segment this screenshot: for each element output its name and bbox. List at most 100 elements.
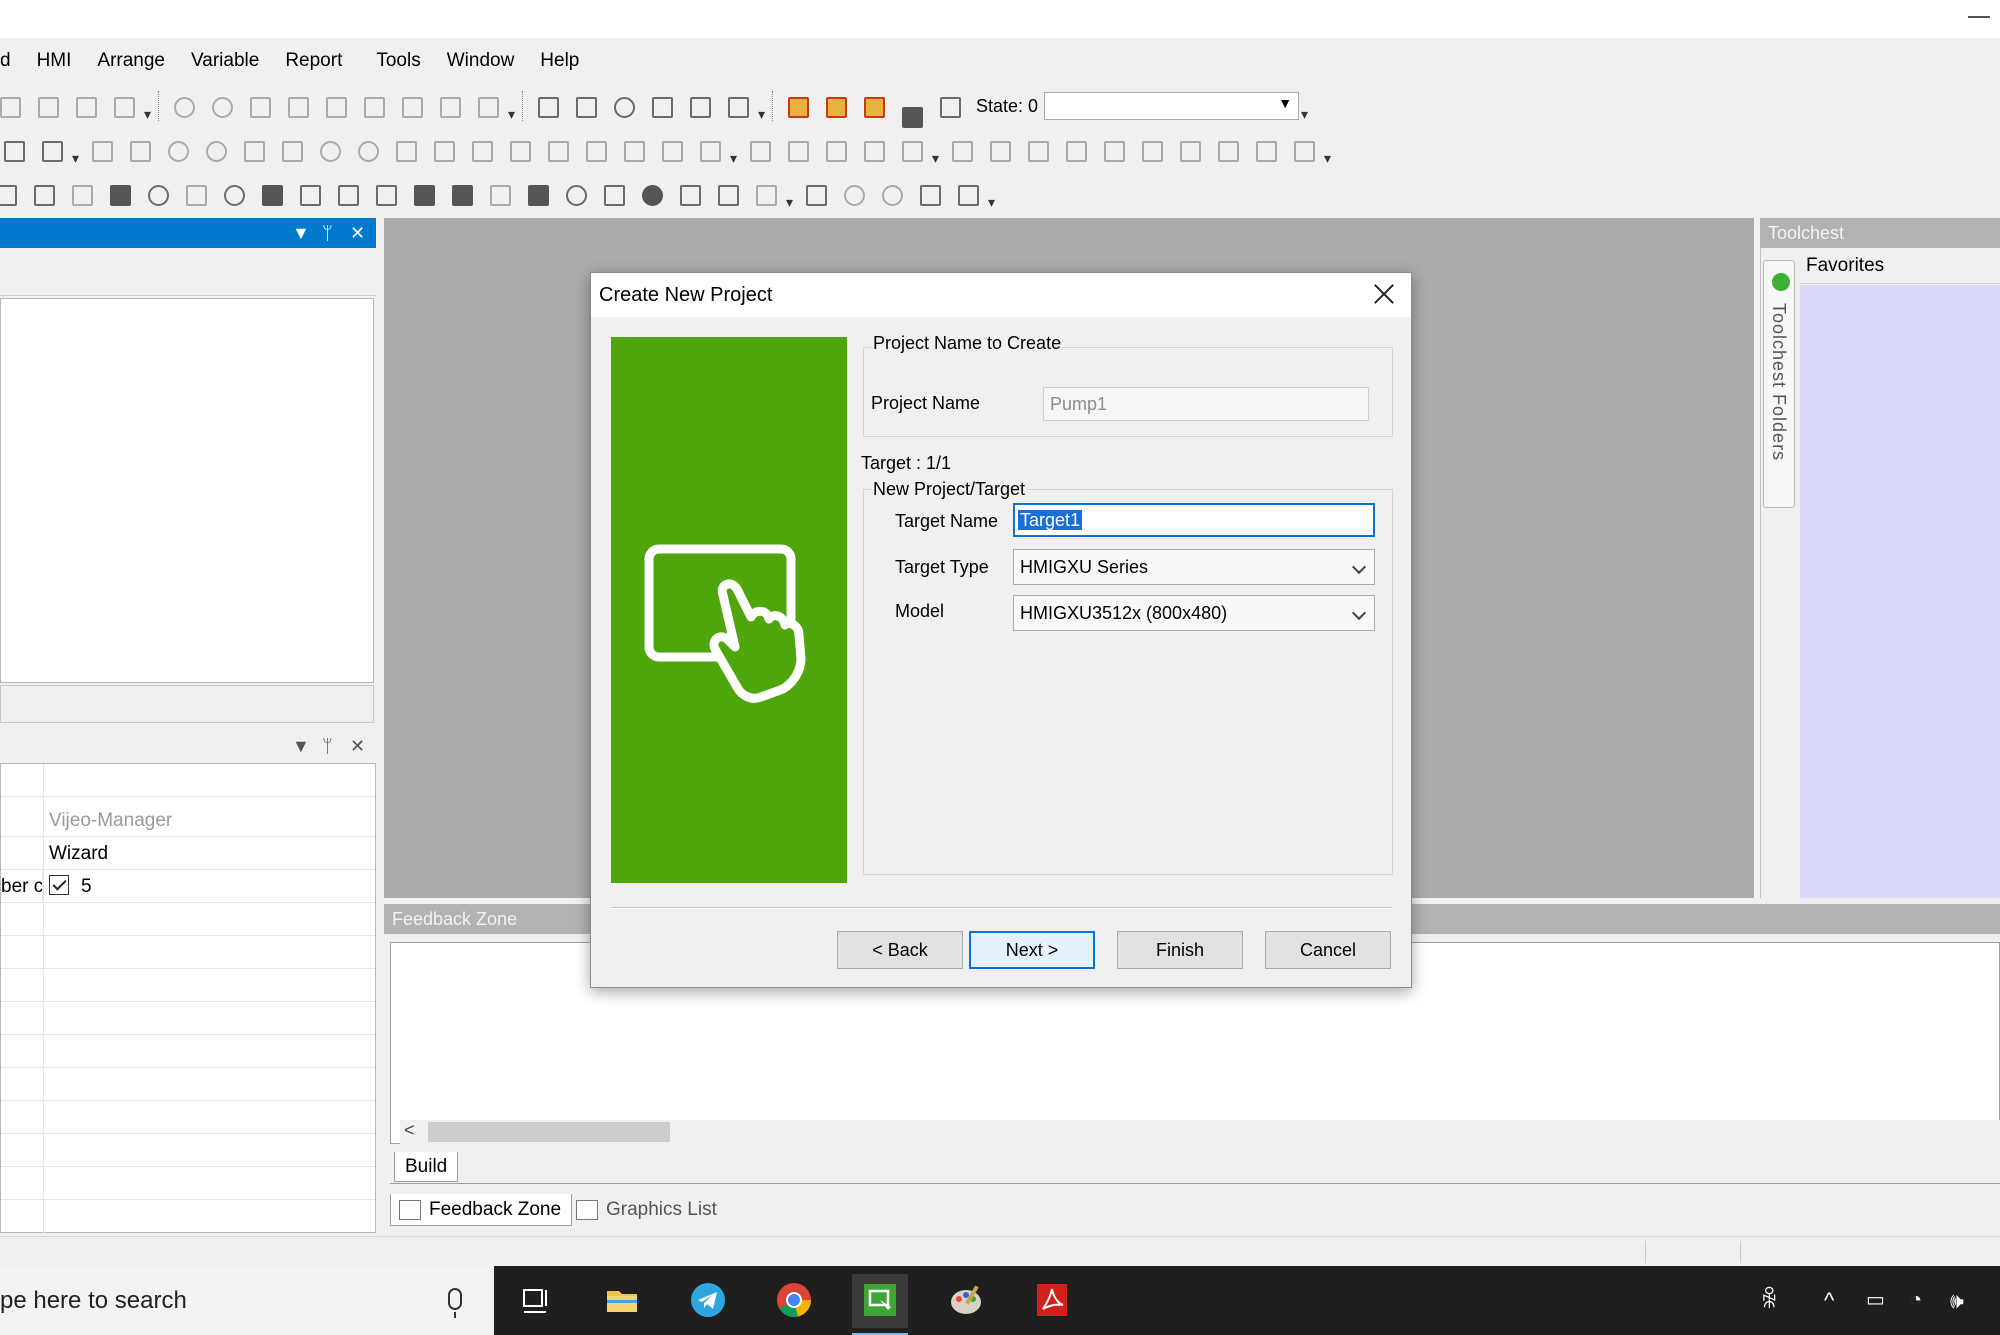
new-screen-icon[interactable] [0,93,23,119]
forward-icon[interactable] [821,137,849,163]
redo-icon[interactable] [207,93,235,119]
distribute-vertical-icon[interactable] [695,137,723,163]
properties-icon[interactable] [947,137,975,163]
toolbar-overflow-icon[interactable] [758,91,768,123]
zoom-out-icon[interactable] [897,103,925,128]
toolbar-overflow-icon[interactable] [72,135,82,167]
toolbar-overflow-icon[interactable] [144,91,154,123]
menu-item-window[interactable]: Window [434,38,528,84]
search-input[interactable]: pe here to search [0,1266,187,1335]
toolbar-overflow-icon[interactable] [786,179,796,211]
list-icon[interactable] [295,181,323,207]
arc-icon[interactable] [181,181,209,207]
layers-icon[interactable] [125,137,153,163]
pipe-icon[interactable] [675,181,703,207]
line-icon[interactable] [29,181,57,207]
scrollbar-thumb[interactable] [428,1122,670,1142]
home-icon[interactable] [685,93,713,119]
telegram-button[interactable] [680,1274,736,1328]
trend-graph-icon[interactable] [751,181,779,207]
stop-icon[interactable] [609,93,637,119]
task-view-button[interactable] [508,1274,564,1328]
close-icon[interactable]: ✕ [350,218,365,248]
property-value[interactable]: 5 [49,870,92,903]
meter-icon[interactable] [561,181,589,207]
minimize-icon[interactable] [1968,16,1990,18]
volume-icon[interactable]: 🕪 [1950,1266,1964,1335]
text-icon[interactable] [333,181,361,207]
lock-icon[interactable] [859,93,887,119]
toolbar-overflow-icon[interactable] [508,91,518,123]
tank-icon[interactable] [637,181,665,207]
favorites-area[interactable] [1800,285,2000,898]
align-top-icon[interactable] [543,137,571,163]
next-button[interactable]: Next > [969,931,1095,969]
refresh-icon[interactable] [647,93,675,119]
tab-build[interactable]: Build [394,1152,459,1182]
target-name-input[interactable]: Target1 [1013,503,1375,537]
lamp-icon[interactable] [447,181,475,207]
numeric-display-icon[interactable] [485,181,513,207]
order-icon[interactable] [897,137,925,163]
fit-screen-icon[interactable] [915,181,943,207]
target-type-select[interactable]: HMIGXU Series [1013,549,1375,585]
toolbar-overflow-icon[interactable] [1324,135,1334,167]
toolbar-overflow-icon[interactable] [730,135,740,167]
project-tree[interactable] [0,298,374,683]
page-icon[interactable] [723,93,751,119]
menu-item-tools[interactable]: Tools [363,38,433,84]
toolbar-overflow-icon[interactable] [932,135,942,167]
zoom-in-icon[interactable] [935,93,963,119]
resize-icon[interactable] [391,137,419,163]
pie-icon[interactable] [219,181,247,207]
tab-feedback-zone[interactable]: Feedback Zone [390,1194,573,1226]
paint-button[interactable] [938,1274,994,1328]
toolbar-overflow-icon[interactable] [1301,91,1311,123]
tab-graphics-list[interactable]: Graphics List [568,1194,727,1226]
battery-icon[interactable]: ▭ [1866,1266,1885,1335]
tree-icon[interactable] [1289,137,1317,163]
pan-icon[interactable] [877,181,905,207]
pin-icon[interactable]: ᛘ [322,731,333,761]
microphone-icon[interactable] [448,1288,462,1318]
menu-item-file[interactable]: d [0,38,24,84]
polygon-icon[interactable] [257,181,285,207]
taskbar-search[interactable]: pe here to search [0,1266,494,1335]
menu-item-arrange[interactable]: Arrange [84,38,178,84]
pin-icon[interactable]: ᛘ [322,218,333,248]
rotate-icon[interactable] [315,137,343,163]
toolbar-overflow-icon[interactable] [988,179,998,211]
space-icon[interactable] [1099,137,1127,163]
export-arrow-icon[interactable] [1213,137,1241,163]
chart-icon[interactable] [1251,137,1279,163]
close-icon[interactable] [1369,279,1399,309]
switch-icon[interactable] [409,181,437,207]
arrow-left-icon[interactable] [533,93,561,119]
favorites-header[interactable]: Favorites [1800,248,2000,284]
front-icon[interactable] [745,137,773,163]
bar-graph-icon[interactable] [599,181,627,207]
menu-item-report[interactable]: Report [272,38,355,84]
panel-menu-icon[interactable]: ▼ [292,218,310,248]
vijeo-designer-button[interactable] [852,1274,908,1335]
people-icon[interactable]: ꆜ [1760,1266,1779,1335]
arrow-right-icon[interactable] [571,93,599,119]
circle-icon[interactable] [143,181,171,207]
open-icon[interactable] [33,93,61,119]
data-display-icon[interactable] [523,181,551,207]
polyline-icon[interactable] [0,181,19,207]
model-select[interactable]: HMIGXU3512x (800x480) [1013,595,1375,631]
show-hidden-icons-icon[interactable]: ^ [1824,1266,1834,1335]
delete-icon[interactable] [397,93,425,119]
flag-icon[interactable] [277,137,305,163]
horizontal-scrollbar[interactable]: < [400,1120,2000,1144]
ungroup-icon[interactable] [201,137,229,163]
checkbox-checked-icon[interactable] [49,875,69,895]
fit-icon[interactable] [1175,137,1203,163]
same-size-icon[interactable] [1061,137,1089,163]
state-select[interactable]: ▼ [1044,92,1300,120]
group-icon[interactable] [163,137,191,163]
zoom-select-icon[interactable] [801,181,829,207]
export-icon[interactable] [109,93,137,119]
slider-icon[interactable] [713,181,741,207]
